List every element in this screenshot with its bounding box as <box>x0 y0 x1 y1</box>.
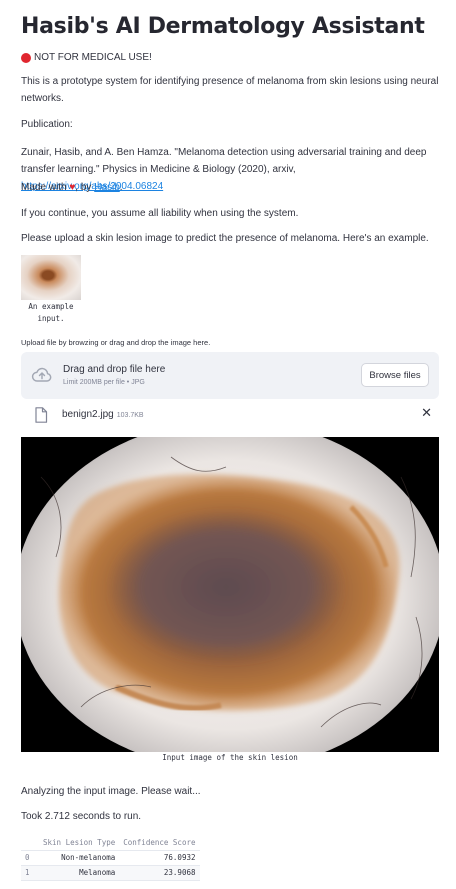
citation-text: Zunair, Hasib, and A. Ben Hamza. "Melano… <box>21 147 427 175</box>
analyzing-status: Analyzing the input image. Please wait..… <box>21 786 201 797</box>
header-confidence: Confidence Score <box>119 835 200 851</box>
warning-line: NOT FOR MEDICAL USE! <box>21 52 152 63</box>
uploader-label: Upload file by browzing or drag and drop… <box>21 338 211 347</box>
lesion-image-graphic <box>21 437 439 752</box>
file-dropzone[interactable]: Drag and drop file here Limit 200MB per … <box>21 352 439 399</box>
publication-label: Publication: <box>21 119 73 130</box>
example-caption: An example input. <box>21 301 81 325</box>
file-icon <box>35 407 48 423</box>
image-caption: Input image of the skin lesion <box>162 753 298 762</box>
dropzone-limit: Limit 200MB per file • JPG <box>63 379 145 386</box>
file-size-text: 103.7KB <box>116 412 144 419</box>
uploaded-file-name: benign2.jpg 103.7KB <box>62 409 144 420</box>
example-caption-line1: An example <box>28 302 74 311</box>
header-index <box>21 835 39 851</box>
description-text: This is a prototype system for identifyi… <box>21 76 439 104</box>
liability-text: If you continue, you assume all liabilit… <box>21 208 299 219</box>
row-index: 1 <box>21 865 39 881</box>
close-icon[interactable]: ✕ <box>421 406 432 421</box>
runtime-status: Took 2.712 seconds to run. <box>21 811 142 822</box>
results-table-header: Skin Lesion Type Confidence Score <box>21 835 200 851</box>
row-lesion-type: Melanoma <box>39 865 120 881</box>
made-with-prefix: Made with <box>21 182 67 193</box>
upload-prompt-text: Please upload a skin lesion image to pre… <box>21 233 429 244</box>
table-row: 1 Melanoma 23.9068 <box>21 865 200 881</box>
input-lesion-image <box>21 437 439 752</box>
row-confidence: 23.9068 <box>119 865 200 881</box>
row-lesion-type: Non-melanoma <box>39 850 120 866</box>
example-lesion-thumbnail <box>21 255 81 300</box>
uploaded-file-row: benign2.jpg 103.7KB ✕ <box>21 403 439 427</box>
file-name-text: benign2.jpg <box>62 409 114 420</box>
warning-text: NOT FOR MEDICAL USE! <box>34 52 152 63</box>
author-link[interactable]: Hasib <box>94 182 120 193</box>
cloud-upload-icon <box>31 367 52 382</box>
row-confidence: 76.0932 <box>119 850 200 866</box>
made-with-suffix: . <box>119 182 123 193</box>
page-title: Hasib's AI Dermatology Assistant <box>21 14 425 39</box>
results-table: Skin Lesion Type Confidence Score 0 Non-… <box>21 835 200 881</box>
dropzone-title: Drag and drop file here <box>63 364 166 375</box>
table-row: 0 Non-melanoma 76.0932 <box>21 850 200 866</box>
made-with-line: Made with ♥, by Hasib. <box>21 179 439 196</box>
browse-files-button[interactable]: Browse files <box>361 363 429 387</box>
row-index: 0 <box>21 850 39 866</box>
red-circle-icon <box>21 52 31 63</box>
header-lesion-type: Skin Lesion Type <box>39 835 120 851</box>
made-with-by: , by <box>75 182 92 193</box>
example-caption-line2: input. <box>37 314 65 323</box>
